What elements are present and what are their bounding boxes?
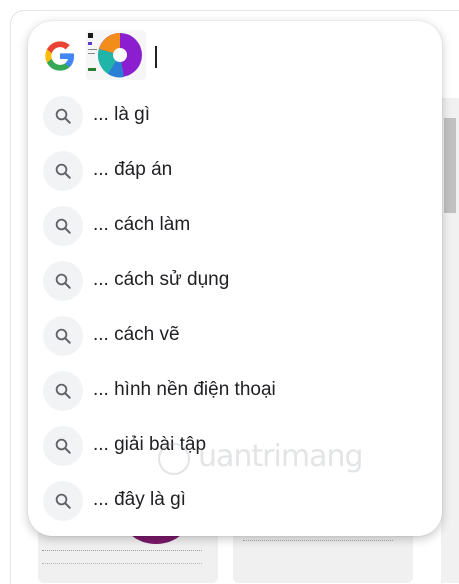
suggestion-item[interactable]: ... đáp án	[28, 144, 442, 199]
uploaded-image-thumbnail[interactable]	[86, 30, 146, 80]
suggestion-icon-circle	[43, 371, 83, 411]
suggestion-label: ... hình nền điện thoại	[93, 379, 276, 400]
suggestion-icon-circle	[43, 316, 83, 356]
suggestion-item[interactable]: ... giải bài tập	[28, 419, 442, 474]
suggestion-label: ... đây là gì	[93, 489, 186, 510]
suggestion-list: ... là gì ... đáp án ... cách làm ... cá…	[28, 89, 442, 529]
suggestion-label: ... giải bài tập	[93, 434, 207, 455]
search-icon	[55, 493, 71, 509]
suggestion-label: ... cách làm	[93, 214, 191, 235]
result-card-caption	[42, 550, 202, 564]
search-icon	[55, 328, 71, 344]
pie-chart-image	[88, 33, 142, 78]
search-icon	[55, 273, 71, 289]
search-bar[interactable]	[28, 21, 442, 89]
suggestion-icon-circle	[43, 96, 83, 136]
suggestion-item[interactable]: ... cách vẽ	[28, 309, 442, 364]
search-icon	[55, 218, 71, 234]
search-icon	[55, 108, 71, 124]
search-suggestions-popup: ... là gì ... đáp án ... cách làm ... cá…	[28, 21, 442, 536]
suggestion-item[interactable]: ... đây là gì	[28, 474, 442, 529]
suggestion-label: ... cách sử dụng	[93, 269, 230, 290]
suggestion-item[interactable]: ... cách sử dụng	[28, 254, 442, 309]
search-icon	[55, 163, 71, 179]
suggestion-label: ... cách vẽ	[93, 324, 180, 345]
suggestion-icon-circle	[43, 481, 83, 521]
suggestion-item[interactable]: ... cách làm	[28, 199, 442, 254]
suggestion-item[interactable]: ... là gì	[28, 89, 442, 144]
suggestion-icon-circle	[43, 426, 83, 466]
google-logo-icon	[45, 41, 75, 71]
result-card-caption	[243, 540, 393, 542]
search-icon	[55, 383, 71, 399]
suggestion-icon-circle	[43, 261, 83, 301]
search-icon	[55, 438, 71, 454]
text-cursor	[155, 46, 157, 68]
suggestion-label: ... đáp án	[93, 159, 173, 180]
suggestion-icon-circle	[43, 151, 83, 191]
suggestion-label: ... là gì	[93, 104, 151, 125]
suggestion-icon-circle	[43, 206, 83, 246]
suggestion-item[interactable]: ... hình nền điện thoại	[28, 364, 442, 419]
page-scrollbar-thumb[interactable]	[444, 118, 456, 213]
